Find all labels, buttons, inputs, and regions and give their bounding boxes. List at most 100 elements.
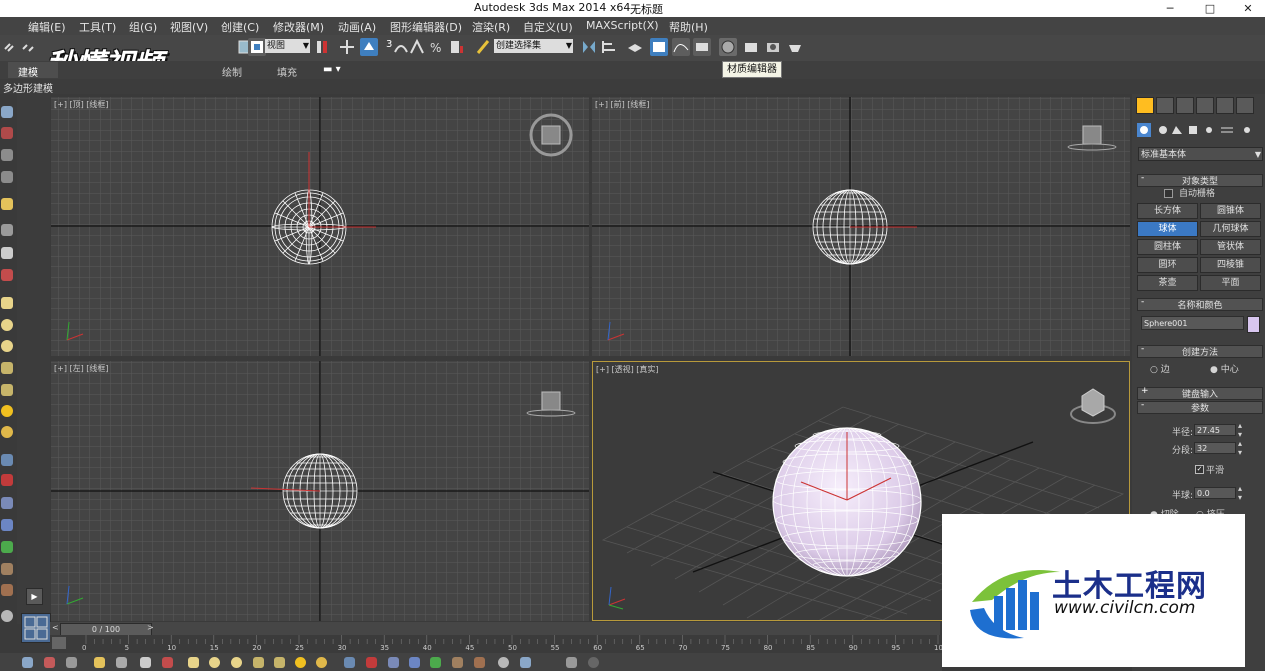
spinner-snap-icon[interactable]: [448, 38, 466, 56]
align-icon[interactable]: [600, 38, 618, 56]
cone-button[interactable]: 圆锥体: [1200, 203, 1261, 219]
bottom-hair-icon[interactable]: [474, 657, 485, 668]
pyramid-button[interactable]: 四棱锥: [1200, 257, 1261, 273]
teapot-button[interactable]: 茶壶: [1137, 275, 1198, 291]
viewport-top-label[interactable]: [+] [顶] [线框]: [54, 99, 109, 110]
menu-maxscript[interactable]: MAXScript(X): [586, 19, 659, 32]
menu-modifiers[interactable]: 修改器(M): [273, 19, 324, 35]
radius-input[interactable]: 27.45: [1194, 424, 1236, 436]
terrain-icon[interactable]: [1, 563, 13, 575]
modify-tab-icon[interactable]: [1156, 97, 1174, 114]
radio-edge[interactable]: ○ 边: [1150, 362, 1170, 375]
tool-icon-4[interactable]: [1, 171, 13, 183]
viewport-front[interactable]: [+] [前] [线框]: [592, 97, 1130, 356]
bottom-foliage-icon[interactable]: [430, 657, 441, 668]
viewport-perspective-label[interactable]: [+] [透视] [真实]: [596, 364, 659, 375]
bottom-cone-icon[interactable]: [274, 657, 285, 668]
named-selection-dropdown[interactable]: 创建选择集 ▼: [494, 39, 573, 53]
utilities-tab-icon[interactable]: [1236, 97, 1254, 114]
torus-button[interactable]: 圆环: [1137, 257, 1198, 273]
frame-ruler[interactable]: 0 5 10 15 20 25 30 35 40 45 50 55 60 65 70 75 80 85 90 95 10…: [50, 635, 947, 653]
angle-snap-icon[interactable]: [408, 38, 426, 56]
tool-icon-7[interactable]: [1, 247, 13, 259]
rendered-frame-icon[interactable]: [764, 38, 782, 56]
bottom-teapot-icon[interactable]: [498, 657, 509, 668]
viewport-top[interactable]: [+] [顶] [线框]: [51, 97, 589, 356]
ribbon-options-icon[interactable]: ▬ ▾: [323, 64, 341, 75]
bottom-icon-6[interactable]: [140, 657, 151, 668]
helper-icon[interactable]: [1, 474, 13, 486]
bottom-spacewarp-icon[interactable]: [388, 657, 399, 668]
schematic-view-icon[interactable]: [693, 38, 711, 56]
keyboard-entry-rollout[interactable]: + 键盘输入: [1137, 386, 1263, 400]
pivot-icon[interactable]: [313, 38, 331, 56]
select-region-icon[interactable]: [248, 38, 266, 56]
smooth-checkbox[interactable]: ✓: [1195, 465, 1204, 474]
mini-curve-editor-icon[interactable]: [52, 637, 66, 649]
segments-spinner-icon[interactable]: ▴ ▾: [1238, 439, 1242, 457]
bottom-terrain-icon[interactable]: [452, 657, 463, 668]
viewport-front-label[interactable]: [+] [前] [线框]: [595, 99, 650, 110]
system-icon[interactable]: [1, 519, 13, 531]
create-tab-icon[interactable]: [1136, 97, 1154, 114]
tab-paint[interactable]: 绘制: [222, 64, 242, 79]
bottom-particle-icon[interactable]: [344, 657, 355, 668]
bottom-icon-23[interactable]: [520, 657, 531, 668]
time-slider-track[interactable]: [50, 622, 940, 635]
creation-method-rollout[interactable]: - 创建方法: [1137, 344, 1263, 358]
geosphere-button[interactable]: 几何球体: [1200, 221, 1261, 237]
tool-icon-2[interactable]: [1, 127, 13, 139]
scene-explorer-icon[interactable]: [650, 38, 668, 56]
menu-customize[interactable]: 自定义(U): [523, 19, 573, 35]
render-production-icon[interactable]: [786, 38, 804, 56]
minimize-button[interactable]: ─: [1150, 0, 1190, 17]
motion-tab-icon[interactable]: [1196, 97, 1214, 114]
hierarchy-tab-icon[interactable]: [1176, 97, 1194, 114]
cylinder-icon[interactable]: [1, 362, 13, 374]
sphere-icon[interactable]: [1, 319, 13, 331]
percent-snap-icon[interactable]: %: [428, 38, 446, 56]
bottom-light-icon[interactable]: [295, 657, 306, 668]
teapot-icon[interactable]: [1, 610, 13, 622]
space-warp-icon[interactable]: [1, 497, 13, 509]
tool-icon-3[interactable]: [1, 149, 13, 161]
viewport-left[interactable]: [+] [左] [线框]: [51, 361, 589, 621]
plane-button[interactable]: 平面: [1200, 275, 1261, 291]
close-button[interactable]: ✕: [1228, 0, 1265, 17]
geosphere-icon[interactable]: [1, 340, 13, 352]
layer-manager-icon[interactable]: [626, 38, 644, 56]
bottom-icon-5[interactable]: [116, 657, 127, 668]
tool-icon-6[interactable]: [1, 224, 13, 236]
tab-populate[interactable]: 填充: [277, 64, 297, 79]
next-frame-icon[interactable]: >: [147, 623, 154, 632]
radius-spinner-icon[interactable]: ▴ ▾: [1238, 421, 1242, 439]
material-editor-icon[interactable]: [719, 38, 737, 56]
help-icon[interactable]: [588, 657, 599, 668]
select-move-icon[interactable]: [338, 38, 356, 56]
sphere-button[interactable]: 球体: [1137, 221, 1198, 237]
unlink-icon[interactable]: [20, 38, 38, 56]
bottom-sphere-icon[interactable]: [209, 657, 220, 668]
menu-tools[interactable]: 工具(T): [79, 19, 116, 35]
autogrid-checkbox[interactable]: [1164, 189, 1173, 198]
play-icon[interactable]: ▶: [26, 588, 43, 605]
segments-input[interactable]: 32: [1194, 442, 1236, 454]
bottom-icon-24[interactable]: [566, 657, 577, 668]
light-icon[interactable]: [1, 405, 13, 417]
bottom-icon-1[interactable]: [22, 657, 33, 668]
menu-help[interactable]: 帮助(H): [669, 19, 708, 35]
mirror-icon[interactable]: [580, 38, 598, 56]
prev-frame-icon[interactable]: <: [52, 623, 59, 632]
name-color-rollout[interactable]: - 名称和颜色: [1137, 297, 1263, 311]
bottom-icon-4[interactable]: [94, 657, 105, 668]
object-category-dropdown[interactable]: 标准基本体 ▼: [1138, 147, 1263, 161]
tab-modeling[interactable]: 建模: [18, 64, 38, 79]
tool-icon-1[interactable]: [1, 106, 13, 118]
select-manipulate-icon[interactable]: [360, 38, 378, 56]
cone-icon[interactable]: [1, 384, 13, 396]
bottom-icon-7[interactable]: [162, 657, 173, 668]
edit-named-selection-icon[interactable]: [474, 38, 492, 56]
menu-graph-editors[interactable]: 图形编辑器(D): [390, 19, 462, 35]
object-color-swatch[interactable]: [1247, 316, 1260, 333]
box-icon[interactable]: [1, 297, 13, 309]
